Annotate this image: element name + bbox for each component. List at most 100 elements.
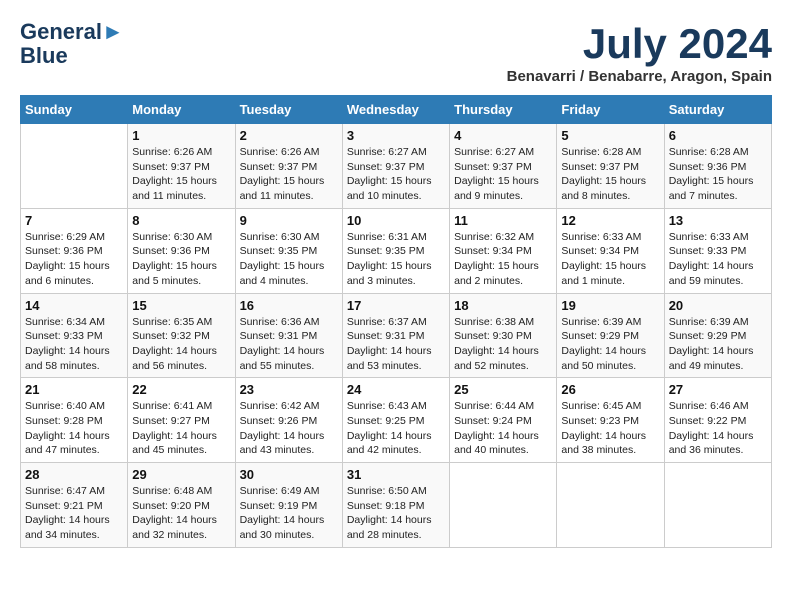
calendar-cell: 2 Sunrise: 6:26 AMSunset: 9:37 PMDaylight… [235, 124, 342, 209]
day-info: Sunrise: 6:50 AMSunset: 9:18 PMDaylight:… [347, 484, 445, 543]
calendar-cell: 27 Sunrise: 6:46 AMSunset: 9:22 PMDayligh… [664, 378, 771, 463]
day-number: 26 [561, 382, 659, 397]
calendar-cell: 12 Sunrise: 6:33 AMSunset: 9:34 PMDayligh… [557, 208, 664, 293]
calendar-cell: 17Sunrise: 6:37 AMSunset: 9:31 PMDayligh… [342, 293, 449, 378]
day-number: 11 [454, 213, 552, 228]
calendar-cell: 6 Sunrise: 6:28 AMSunset: 9:36 PMDaylight… [664, 124, 771, 209]
subtitle: Benavarri / Benabarre, Aragon, Spain [507, 68, 772, 85]
day-number: 8 [132, 213, 230, 228]
day-of-week-header: Thursday [450, 96, 557, 124]
title-block: July 2024 Benavarri / Benabarre, Aragon,… [507, 20, 772, 85]
day-info: Sunrise: 6:43 AMSunset: 9:25 PMDaylight:… [347, 399, 445, 458]
calendar-cell [664, 463, 771, 548]
day-number: 25 [454, 382, 552, 397]
calendar-cell: 19Sunrise: 6:39 AMSunset: 9:29 PMDayligh… [557, 293, 664, 378]
day-of-week-header: Wednesday [342, 96, 449, 124]
day-info: Sunrise: 6:33 AMSunset: 9:33 PMDaylight:… [669, 230, 767, 289]
calendar-cell [21, 124, 128, 209]
day-number: 2 [240, 128, 338, 143]
day-number: 31 [347, 467, 445, 482]
calendar-week-row: 7Sunrise: 6:29 AMSunset: 9:36 PMDaylight… [21, 208, 772, 293]
calendar-cell: 3 Sunrise: 6:27 AMSunset: 9:37 PMDaylight… [342, 124, 449, 209]
calendar-cell: 28Sunrise: 6:47 AMSunset: 9:21 PMDayligh… [21, 463, 128, 548]
calendar-cell: 14 Sunrise: 6:34 AMSunset: 9:33 PMDayligh… [21, 293, 128, 378]
calendar-cell: 7Sunrise: 6:29 AMSunset: 9:36 PMDaylight… [21, 208, 128, 293]
calendar-cell: 22Sunrise: 6:41 AMSunset: 9:27 PMDayligh… [128, 378, 235, 463]
calendar-table: SundayMondayTuesdayWednesdayThursdayFrid… [20, 95, 772, 548]
day-info: Sunrise: 6:48 AMSunset: 9:20 PMDaylight:… [132, 484, 230, 543]
day-number: 17 [347, 298, 445, 313]
day-info: Sunrise: 6:39 AMSunset: 9:29 PMDaylight:… [669, 315, 767, 374]
day-number: 30 [240, 467, 338, 482]
calendar-cell: 30 Sunrise: 6:49 AMSunset: 9:19 PMDayligh… [235, 463, 342, 548]
day-info: Sunrise: 6:33 AMSunset: 9:34 PMDaylight:… [561, 230, 659, 289]
day-info: Sunrise: 6:30 AMSunset: 9:35 PMDaylight:… [240, 230, 338, 289]
day-info: Sunrise: 6:36 AMSunset: 9:31 PMDaylight:… [240, 315, 338, 374]
day-number: 9 [240, 213, 338, 228]
day-of-week-header: Monday [128, 96, 235, 124]
calendar-cell: 18 Sunrise: 6:38 AMSunset: 9:30 PMDayligh… [450, 293, 557, 378]
day-number: 7 [25, 213, 123, 228]
month-title: July 2024 [507, 20, 772, 68]
calendar-body: 1 Sunrise: 6:26 AMSunset: 9:37 PMDaylight… [21, 124, 772, 548]
calendar-cell: 4Sunrise: 6:27 AMSunset: 9:37 PMDaylight… [450, 124, 557, 209]
calendar-week-row: 14 Sunrise: 6:34 AMSunset: 9:33 PMDayligh… [21, 293, 772, 378]
day-number: 12 [561, 213, 659, 228]
logo-text: General►Blue [20, 20, 124, 68]
day-of-week-header: Saturday [664, 96, 771, 124]
calendar-cell [450, 463, 557, 548]
day-number: 22 [132, 382, 230, 397]
day-info: Sunrise: 6:32 AMSunset: 9:34 PMDaylight:… [454, 230, 552, 289]
day-number: 18 [454, 298, 552, 313]
day-number: 27 [669, 382, 767, 397]
day-number: 16 [240, 298, 338, 313]
day-info: Sunrise: 6:27 AMSunset: 9:37 PMDaylight:… [347, 145, 445, 204]
day-number: 21 [25, 382, 123, 397]
calendar-cell: 23Sunrise: 6:42 AMSunset: 9:26 PMDayligh… [235, 378, 342, 463]
day-number: 20 [669, 298, 767, 313]
day-number: 14 [25, 298, 123, 313]
calendar-cell: 31 Sunrise: 6:50 AMSunset: 9:18 PMDayligh… [342, 463, 449, 548]
day-info: Sunrise: 6:31 AMSunset: 9:35 PMDaylight:… [347, 230, 445, 289]
day-number: 28 [25, 467, 123, 482]
day-info: Sunrise: 6:28 AMSunset: 9:36 PMDaylight:… [669, 145, 767, 204]
day-of-week-header: Friday [557, 96, 664, 124]
day-number: 15 [132, 298, 230, 313]
calendar-week-row: 21 Sunrise: 6:40 AMSunset: 9:28 PMDayligh… [21, 378, 772, 463]
day-info: Sunrise: 6:26 AMSunset: 9:37 PMDaylight:… [132, 145, 230, 204]
day-info: Sunrise: 6:46 AMSunset: 9:22 PMDaylight:… [669, 399, 767, 458]
calendar-cell [557, 463, 664, 548]
calendar-week-row: 1 Sunrise: 6:26 AMSunset: 9:37 PMDaylight… [21, 124, 772, 209]
logo: General►Blue [20, 20, 124, 68]
day-number: 4 [454, 128, 552, 143]
calendar-cell: 13 Sunrise: 6:33 AMSunset: 9:33 PMDayligh… [664, 208, 771, 293]
calendar-cell: 15Sunrise: 6:35 AMSunset: 9:32 PMDayligh… [128, 293, 235, 378]
day-info: Sunrise: 6:26 AMSunset: 9:37 PMDaylight:… [240, 145, 338, 204]
calendar-cell: 9 Sunrise: 6:30 AMSunset: 9:35 PMDaylight… [235, 208, 342, 293]
calendar-cell: 1 Sunrise: 6:26 AMSunset: 9:37 PMDaylight… [128, 124, 235, 209]
day-number: 24 [347, 382, 445, 397]
day-number: 6 [669, 128, 767, 143]
calendar-cell: 10Sunrise: 6:31 AMSunset: 9:35 PMDayligh… [342, 208, 449, 293]
calendar-cell: 8Sunrise: 6:30 AMSunset: 9:36 PMDaylight… [128, 208, 235, 293]
day-of-week-header: Tuesday [235, 96, 342, 124]
day-number: 19 [561, 298, 659, 313]
calendar-week-row: 28Sunrise: 6:47 AMSunset: 9:21 PMDayligh… [21, 463, 772, 548]
calendar-cell: 21 Sunrise: 6:40 AMSunset: 9:28 PMDayligh… [21, 378, 128, 463]
day-info: Sunrise: 6:38 AMSunset: 9:30 PMDaylight:… [454, 315, 552, 374]
calendar-cell: 16 Sunrise: 6:36 AMSunset: 9:31 PMDayligh… [235, 293, 342, 378]
day-info: Sunrise: 6:34 AMSunset: 9:33 PMDaylight:… [25, 315, 123, 374]
calendar-cell: 24 Sunrise: 6:43 AMSunset: 9:25 PMDayligh… [342, 378, 449, 463]
day-number: 13 [669, 213, 767, 228]
day-number: 3 [347, 128, 445, 143]
day-number: 23 [240, 382, 338, 397]
calendar-cell: 29Sunrise: 6:48 AMSunset: 9:20 PMDayligh… [128, 463, 235, 548]
day-info: Sunrise: 6:44 AMSunset: 9:24 PMDaylight:… [454, 399, 552, 458]
calendar-cell: 11 Sunrise: 6:32 AMSunset: 9:34 PMDayligh… [450, 208, 557, 293]
day-number: 1 [132, 128, 230, 143]
calendar-cell: 20 Sunrise: 6:39 AMSunset: 9:29 PMDayligh… [664, 293, 771, 378]
day-info: Sunrise: 6:40 AMSunset: 9:28 PMDaylight:… [25, 399, 123, 458]
calendar-cell: 5Sunrise: 6:28 AMSunset: 9:37 PMDaylight… [557, 124, 664, 209]
calendar-cell: 26Sunrise: 6:45 AMSunset: 9:23 PMDayligh… [557, 378, 664, 463]
day-info: Sunrise: 6:49 AMSunset: 9:19 PMDaylight:… [240, 484, 338, 543]
